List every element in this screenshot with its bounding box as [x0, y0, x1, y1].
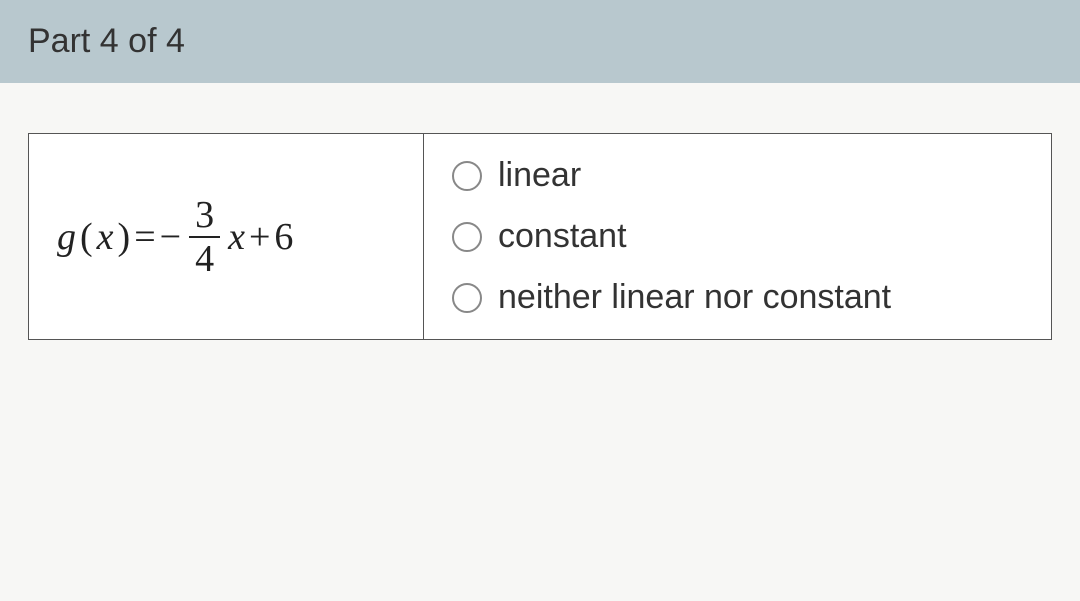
radio-icon	[452, 161, 482, 191]
equals-sign: =	[134, 215, 155, 259]
option-constant[interactable]: constant	[452, 217, 1023, 256]
option-neither[interactable]: neither linear nor constant	[452, 278, 1023, 317]
variable-x: x	[97, 215, 114, 259]
fraction: 3 4	[189, 196, 220, 278]
func-name: g	[57, 215, 76, 259]
question-table: g ( x ) = − 3 4 x + 6 linear	[28, 133, 1052, 340]
left-paren: (	[80, 215, 93, 259]
content-area: g ( x ) = − 3 4 x + 6 linear	[0, 83, 1080, 360]
part-title: Part 4 of 4	[28, 22, 185, 60]
fraction-numerator: 3	[189, 196, 220, 236]
variable-x-2: x	[228, 215, 245, 259]
equation-cell: g ( x ) = − 3 4 x + 6	[29, 134, 424, 339]
constant-6: 6	[274, 215, 293, 259]
fraction-denominator: 4	[189, 236, 220, 278]
part-header: Part 4 of 4	[0, 0, 1080, 83]
right-paren: )	[118, 215, 131, 259]
option-label: constant	[498, 217, 627, 256]
radio-icon	[452, 283, 482, 313]
option-label: linear	[498, 156, 581, 195]
negative-sign: −	[160, 215, 181, 259]
radio-icon	[452, 222, 482, 252]
option-linear[interactable]: linear	[452, 156, 1023, 195]
equation: g ( x ) = − 3 4 x + 6	[57, 196, 293, 278]
option-label: neither linear nor constant	[498, 278, 891, 317]
options-cell: linear constant neither linear nor const…	[424, 134, 1051, 339]
plus-sign: +	[249, 215, 270, 259]
